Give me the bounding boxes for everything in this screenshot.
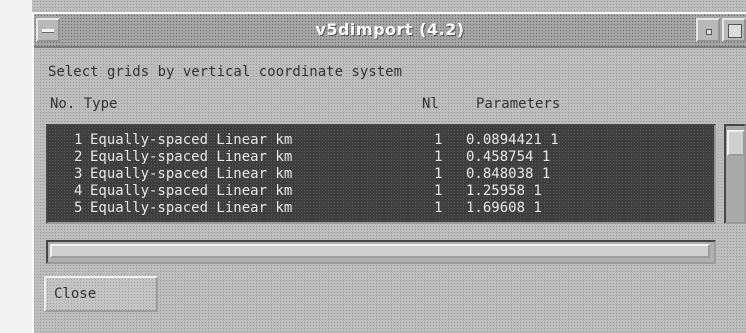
row-nl: 1 — [434, 149, 443, 165]
list-item[interactable]: 4 Equally-spaced Linear km 1 1.25958 1 — [48, 183, 714, 199]
row-nl: 1 — [434, 200, 443, 216]
maximize-button[interactable] — [722, 18, 746, 42]
vertical-scrollbar[interactable] — [724, 124, 746, 224]
row-nl: 1 — [434, 166, 443, 182]
row-type: Equally-spaced Linear km — [90, 200, 293, 216]
maximize-icon — [728, 24, 742, 38]
minimize-button[interactable] — [696, 18, 720, 42]
row-nl: 1 — [434, 183, 443, 199]
vertical-scroll-thumb[interactable] — [727, 130, 745, 156]
row-no: 5 — [74, 200, 83, 216]
row-type: Equally-spaced Linear km — [90, 166, 293, 182]
header-parameters: Parameters — [476, 96, 561, 112]
list-item[interactable]: 1 Equally-spaced Linear km 1 0.0894421 1 — [48, 132, 714, 148]
horizontal-scroll-thumb[interactable] — [50, 244, 710, 258]
row-params: 1.25958 1 — [466, 183, 542, 199]
window-title: v5dimport (4.2) — [315, 20, 465, 39]
row-type: Equally-spaced Linear km — [90, 132, 293, 148]
row-type: Equally-spaced Linear km — [90, 183, 293, 199]
minimize-icon — [706, 29, 712, 35]
header-no-type: No. Type — [50, 96, 118, 112]
desktop-edge — [0, 0, 32, 333]
header-nl: Nl — [422, 96, 439, 112]
horizontal-scrollbar[interactable] — [46, 240, 716, 264]
row-params: 0.0894421 1 — [466, 132, 559, 148]
row-no: 4 — [74, 183, 83, 199]
title-bar[interactable]: v5dimport (4.2) — [34, 14, 746, 48]
instruction-label: Select grids by vertical coordinate syst… — [48, 64, 403, 80]
list-item[interactable]: 5 Equally-spaced Linear km 1 1.69608 1 — [48, 200, 714, 216]
list-item[interactable]: 2 Equally-spaced Linear km 1 0.458754 1 — [48, 149, 714, 165]
row-params: 1.69608 1 — [466, 200, 542, 216]
close-button[interactable]: Close — [44, 276, 158, 312]
row-no: 3 — [74, 166, 83, 182]
v5dimport-window: v5dimport (4.2) Select grids by vertical… — [0, 0, 746, 333]
row-no: 1 — [74, 132, 83, 148]
list-item[interactable]: 3 Equally-spaced Linear km 1 0.848038 1 — [48, 166, 714, 182]
row-params: 0.458754 1 — [466, 149, 551, 165]
row-nl: 1 — [434, 132, 443, 148]
row-no: 2 — [74, 149, 83, 165]
row-type: Equally-spaced Linear km — [90, 149, 293, 165]
column-header: No. Type Nl Parameters — [50, 96, 690, 114]
row-params: 0.848038 1 — [466, 166, 551, 182]
grid-list[interactable]: 1 Equally-spaced Linear km 1 0.0894421 1… — [46, 124, 716, 224]
